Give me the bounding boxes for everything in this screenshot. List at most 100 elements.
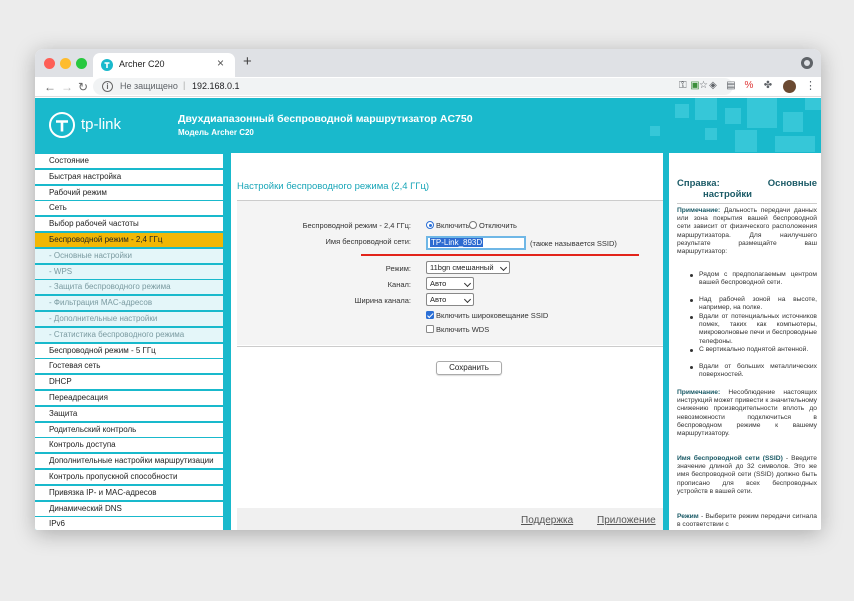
chevron-down-icon xyxy=(499,263,508,272)
channel-width-label: Ширина канала: xyxy=(354,296,411,305)
browser-menu-icon[interactable]: ⋮ xyxy=(805,79,816,93)
sidebar-item[interactable]: Привязка IP- и MAC-адресов xyxy=(35,485,223,500)
zoom-window-button[interactable] xyxy=(76,58,87,69)
browser-window: Archer C20 × + ← → ↻ i Не защищено | 192… xyxy=(35,49,821,530)
new-tab-button[interactable]: + xyxy=(243,53,252,71)
mode-select[interactable]: 11bgn смешанный xyxy=(426,261,510,274)
disable-radio[interactable] xyxy=(469,221,477,229)
help-note-2-text: Несоблюдение настоящих инструкций может … xyxy=(677,389,817,438)
help-note-1-label: Примечание: xyxy=(677,207,721,214)
help-ssid: Имя беспроводной сети (SSID) - Введите з… xyxy=(677,455,817,496)
sidebar-item[interactable]: - Дополнительные настройки xyxy=(35,312,223,326)
brand-name: tp-link xyxy=(81,116,122,133)
help-panel: Справка: Основные настройки Примечание: … xyxy=(663,153,821,530)
save-button[interactable]: Сохранить xyxy=(436,361,502,375)
sidebar-item[interactable]: - Защита беспроводного режима xyxy=(35,280,223,295)
help-title-line2: настройки xyxy=(703,189,752,200)
divider xyxy=(237,346,663,347)
info-icon[interactable]: i xyxy=(102,81,113,92)
channel-select[interactable]: Авто xyxy=(426,277,474,290)
sidebar-item[interactable]: Беспроводной режим - 2,4 ГГц xyxy=(35,233,223,247)
sidebar-item[interactable]: Быстрая настройка xyxy=(35,169,223,184)
help-note-2: Примечание: Несоблюдение настоящих инстр… xyxy=(677,389,817,438)
router-title: Двухдиапазонный беспроводной маршрутизат… xyxy=(178,113,473,125)
extensions-puzzle-icon[interactable]: ✤ xyxy=(762,80,774,92)
help-bullet-5: Вдали от больших металлических поверхнос… xyxy=(690,363,817,379)
close-window-button[interactable] xyxy=(44,58,55,69)
channel-width-value: Авто xyxy=(430,295,447,304)
sidebar-item[interactable]: Беспроводной режим - 5 ГГц xyxy=(35,343,223,358)
sidebar-item[interactable]: Сеть xyxy=(35,201,223,216)
sidebar-item[interactable]: Рабочий режим xyxy=(35,185,223,200)
tab-close-icon[interactable]: × xyxy=(217,57,224,69)
divider xyxy=(677,203,817,204)
sidebar-item[interactable]: - Статистика беспроводного режима xyxy=(35,327,223,342)
sidebar-item[interactable]: - Фильтрация MAC-адресов xyxy=(35,296,223,311)
extension-doc-icon[interactable]: ▤ xyxy=(725,80,737,92)
tab-archer-c20[interactable]: Archer C20 × xyxy=(93,53,235,77)
sidebar-item[interactable]: Контроль доступа xyxy=(35,438,223,453)
wds-label: Включить WDS xyxy=(436,325,490,334)
extension-percent-icon[interactable]: % xyxy=(743,80,755,92)
back-arrow-icon[interactable]: ← xyxy=(44,79,56,95)
chevron-down-icon xyxy=(463,279,472,288)
chevron-down-icon xyxy=(463,295,472,304)
section-title: Настройки беспроводного режима (2,4 ГГц) xyxy=(237,181,430,192)
enable-radio-label: Включить xyxy=(436,221,470,230)
sidebar-item[interactable]: Динамический DNS xyxy=(35,501,223,516)
sidebar-item[interactable]: Выбор рабочей частоты xyxy=(35,217,223,232)
enable-radio[interactable] xyxy=(426,221,434,229)
ssid-broadcast-label: Включить широковещание SSID xyxy=(436,311,549,320)
sidebar-item[interactable]: - Основные настройки xyxy=(35,248,223,263)
forward-arrow-icon[interactable]: → xyxy=(61,79,73,95)
help-title: Справка: Основные xyxy=(677,178,817,189)
channel-width-select[interactable]: Авто xyxy=(426,293,474,306)
sidebar-item[interactable]: Родительский контроль xyxy=(35,422,223,437)
sidebar-item[interactable]: Переадресация xyxy=(35,391,223,405)
router-header: tp-link Двухдиапазонный беспроводной мар… xyxy=(35,98,821,153)
help-bullet-4: С вертикально поднятой антенной. xyxy=(690,346,817,354)
url-text[interactable]: 192.168.0.1 xyxy=(192,81,240,91)
help-note-2-label: Примечание: xyxy=(677,389,721,396)
sidebar-item[interactable]: IPv6 xyxy=(35,517,223,530)
help-mode-label: Режим xyxy=(677,513,699,520)
wireless-mode-label: Беспроводной режим - 2,4 ГГц: xyxy=(302,221,411,230)
app-link[interactable]: Приложение xyxy=(597,515,656,526)
extension-image-icon[interactable]: ▣ xyxy=(689,80,701,92)
address-bar[interactable]: i Не защищено | 192.168.0.1 ⚿ ☆ xyxy=(93,78,733,95)
mode-label: Режим: xyxy=(385,264,411,273)
sidebar-item[interactable]: Гостевая сеть xyxy=(35,359,223,374)
help-mode: Режим - Выберите режим передачи сигнала … xyxy=(677,513,817,529)
ssid-note: (также называется SSID) xyxy=(530,239,617,248)
minimize-window-button[interactable] xyxy=(60,58,71,69)
sidebar-item[interactable]: Состояние xyxy=(35,154,223,168)
sidebar-item[interactable]: DHCP xyxy=(35,375,223,390)
main-content: Настройки беспроводного режима (2,4 ГГц)… xyxy=(225,153,663,530)
ssid-label: Имя беспроводной сети: xyxy=(325,237,411,246)
help-title-right: Основные xyxy=(767,178,817,189)
ssid-broadcast-checkbox[interactable] xyxy=(426,311,434,319)
ssid-input[interactable]: TP-Link_893D xyxy=(426,236,526,250)
help-bullet-2: Над рабочей зоной на высоте, например, н… xyxy=(690,296,817,312)
reload-icon[interactable]: ↻ xyxy=(78,79,88,95)
tab-strip: Archer C20 × + xyxy=(35,49,821,77)
sidebar-item[interactable]: - WPS xyxy=(35,264,223,279)
key-icon[interactable]: ⚿ xyxy=(679,80,687,92)
avatar[interactable] xyxy=(783,80,796,93)
profile-indicator-icon[interactable] xyxy=(801,57,813,69)
support-link[interactable]: Поддержка xyxy=(521,515,573,526)
sidebar-item[interactable]: Защита xyxy=(35,406,223,421)
not-secure-label: Не защищено xyxy=(120,81,178,91)
browser-toolbar: ← → ↻ i Не защищено | 192.168.0.1 ⚿ ☆ xyxy=(35,77,821,97)
url-separator: | xyxy=(183,80,186,90)
tp-link-favicon-icon xyxy=(101,59,113,71)
help-note-1-text: Дальность передачи данных или зона покры… xyxy=(677,207,818,256)
sidebar-item[interactable]: Дополнительные настройки маршрутизации xyxy=(35,454,223,469)
channel-value: Авто xyxy=(430,279,447,288)
wds-checkbox[interactable] xyxy=(426,325,434,333)
extension-shield-icon[interactable]: ◈ xyxy=(707,80,719,92)
sidebar-menu: Состояние Быстрая настройка Рабочий режим С… xyxy=(35,153,225,530)
channel-label: Канал: xyxy=(387,280,411,289)
sidebar-item[interactable]: Контроль пропускной способности xyxy=(35,470,223,484)
help-note-1: Примечание: Дальность передачи данных ил… xyxy=(677,207,817,256)
